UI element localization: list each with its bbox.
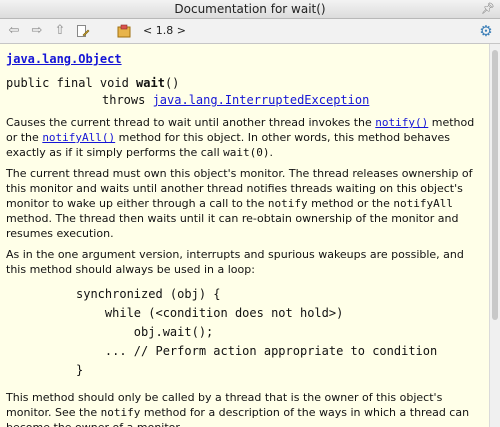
notifyall-link[interactable]: notifyAll() — [42, 131, 115, 144]
forward-arrow-icon[interactable]: ⇨ — [29, 23, 45, 39]
gear-icon[interactable]: ⚙ — [478, 23, 494, 39]
up-arrow-icon[interactable]: ⇧ — [52, 23, 68, 39]
throws-keyword: throws — [102, 93, 153, 107]
notify-link[interactable]: notify() — [375, 116, 428, 129]
inline-code: notifyAll — [393, 197, 453, 210]
description-paragraph-1: Causes the current thread to wait until … — [6, 115, 483, 160]
signature-line: public final void wait() — [6, 75, 483, 92]
inline-code: notify — [100, 406, 141, 419]
documentation-content: java.lang.Object public final void wait(… — [0, 44, 489, 427]
inline-code: wait(0) — [223, 146, 270, 159]
exception-link[interactable]: java.lang.InterruptedException — [153, 93, 370, 107]
text: method. The thread then waits until it c… — [6, 212, 459, 240]
edit-source-icon[interactable] — [75, 23, 91, 39]
signature-modifiers: public final void — [6, 76, 137, 90]
text: . — [269, 146, 274, 159]
throws-line: throws java.lang.InterruptedException — [6, 92, 483, 109]
version-selector[interactable]: < 1.8 > — [143, 23, 186, 39]
signature-parens: () — [164, 76, 180, 90]
external-docs-icon[interactable] — [117, 23, 133, 39]
description-paragraph-4: This method should only be called by a t… — [6, 390, 483, 427]
text: method or the — [307, 197, 394, 210]
toolbar: ⇦ ⇨ ⇧ < 1.8 > ⚙ — [0, 19, 500, 44]
window-title: Documentation for wait() — [174, 2, 326, 16]
class-link[interactable]: java.lang.Object — [6, 52, 483, 67]
description-paragraph-3: As in the one argument version, interrup… — [6, 248, 464, 276]
class-link-text[interactable]: java.lang.Object — [6, 52, 122, 66]
text: Causes the current thread to wait until … — [6, 116, 376, 129]
inline-code: notify — [267, 197, 308, 210]
description-paragraph-2: The current thread must own this object'… — [6, 166, 483, 241]
code-example: synchronized (obj) { while (<condition d… — [76, 287, 438, 377]
vertical-scrollbar[interactable] — [489, 44, 500, 427]
pin-icon[interactable]: 📌︎ — [481, 2, 495, 16]
scrollbar-thumb[interactable] — [492, 50, 498, 320]
method-name: wait — [136, 76, 165, 90]
method-signature: public final void wait() throws java.lan… — [6, 75, 483, 109]
title-bar: Documentation for wait() 📌︎ — [0, 0, 500, 19]
back-arrow-icon[interactable]: ⇦ — [6, 23, 22, 39]
